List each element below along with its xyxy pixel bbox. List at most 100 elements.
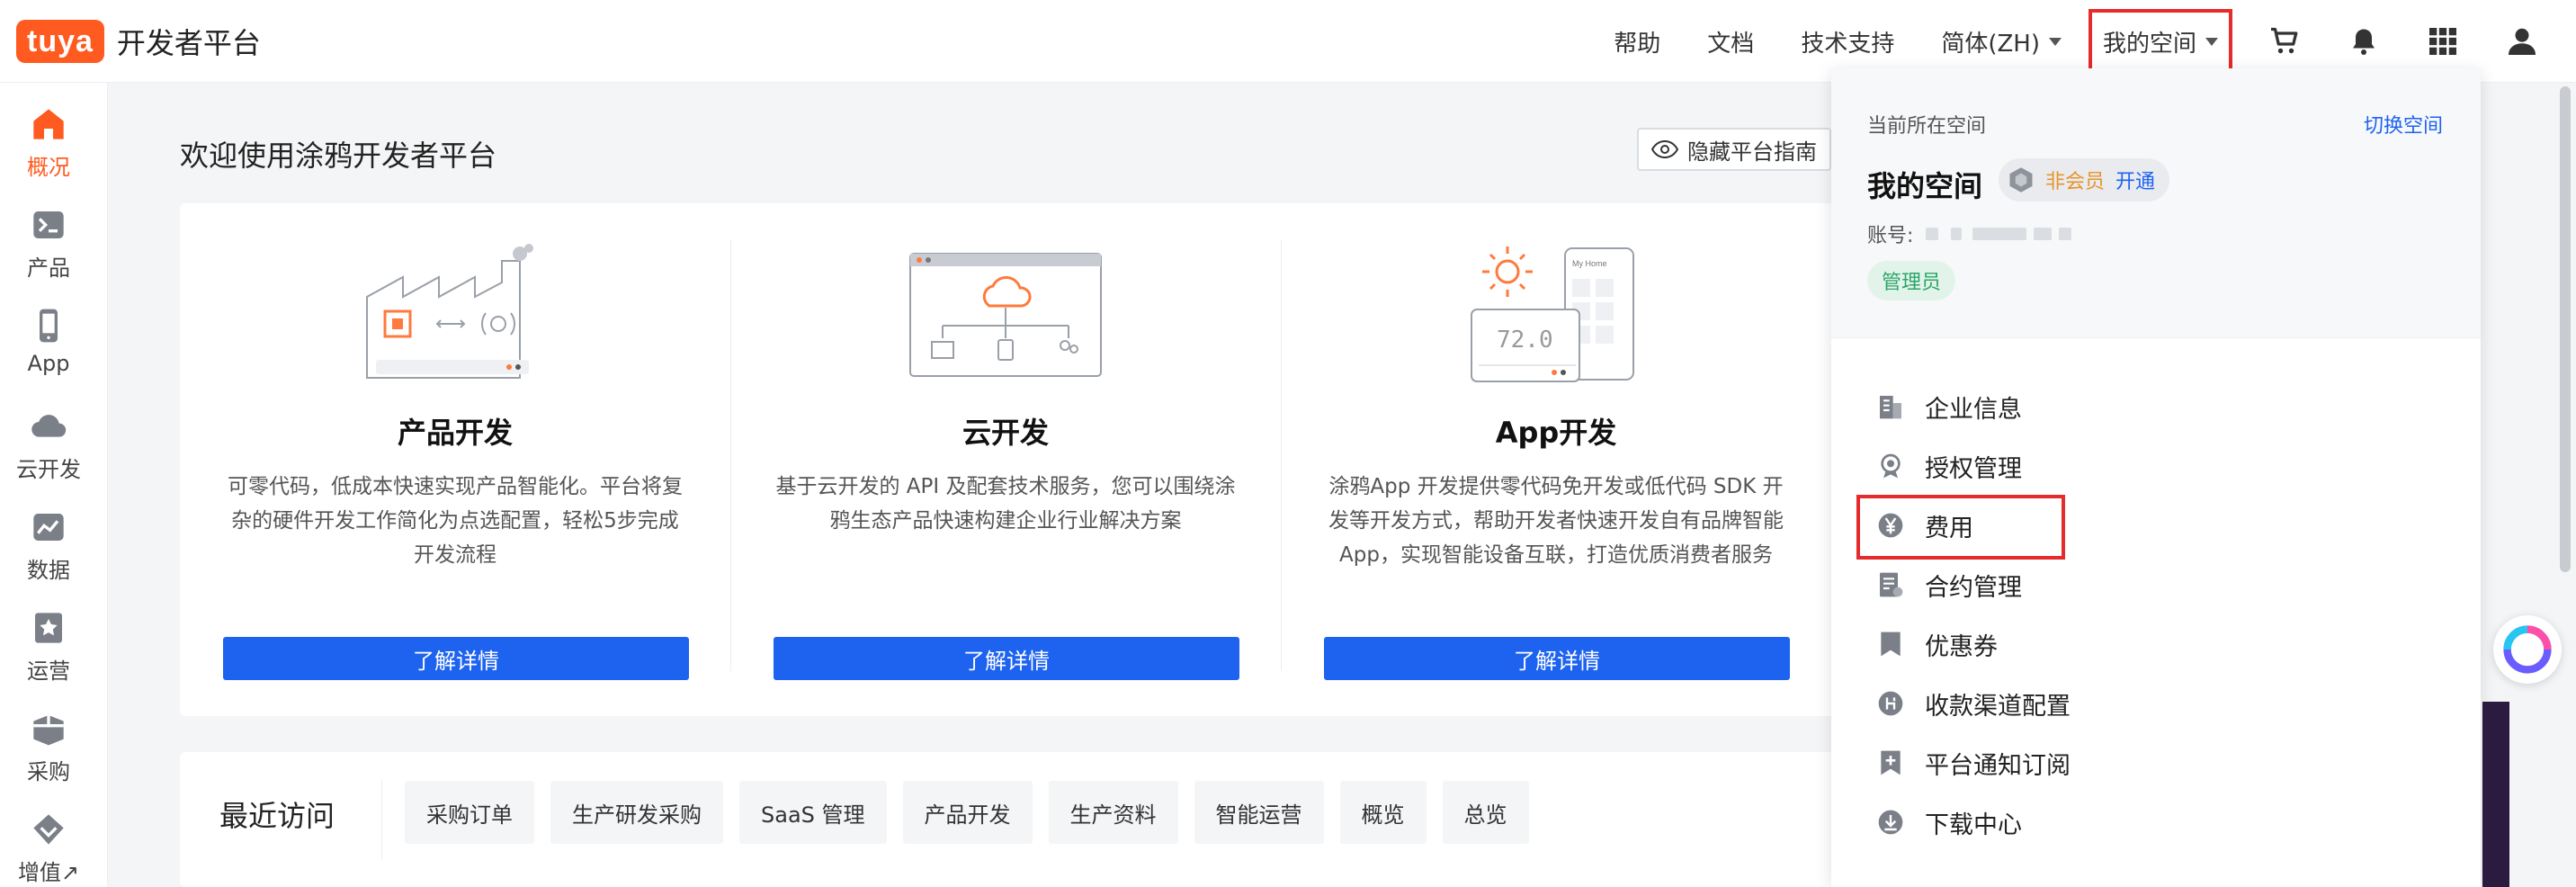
sidebar-item-product[interactable]: 产品 xyxy=(0,207,97,282)
home-icon xyxy=(33,109,64,139)
temperature-text: 72.0 xyxy=(1497,327,1553,354)
menu-item-download-center[interactable]: 下载中心 xyxy=(1876,802,2022,842)
menu-item-payment-channels[interactable]: 收款渠道配置 xyxy=(1876,684,2071,723)
menu-item-authorization[interactable]: 授权管理 xyxy=(1876,446,2022,486)
recent-title: 最近访问 xyxy=(219,799,335,833)
award-icon xyxy=(1881,453,1901,479)
account-label: 账号: xyxy=(1867,225,1914,247)
sidebar-item-label: 数据 xyxy=(27,558,70,583)
member-status: 非会员 xyxy=(2045,171,2106,193)
apps-grid-icon[interactable] xyxy=(2425,23,2461,59)
menu-item-coupons[interactable]: 优惠券 xyxy=(1876,624,1998,664)
chevron-down-icon xyxy=(2048,37,2062,46)
account-row: 账号: xyxy=(1867,220,2072,248)
redacted-account xyxy=(2034,228,2053,240)
nav-my-space[interactable]: 我的空间 xyxy=(2088,9,2232,74)
left-sidebar: 概况 产品 App 云开发 数据 运营 采购 增值↗ xyxy=(0,83,108,887)
language-label: 简体(ZH) xyxy=(1941,30,2040,58)
page-title: 欢迎使用涂鸦开发者平台 xyxy=(180,139,497,173)
my-space-label: 我的空间 xyxy=(2102,30,2196,58)
factory-illustration-icon xyxy=(366,244,533,379)
logo[interactable]: tuya 开发者平台 xyxy=(16,20,261,63)
box-icon xyxy=(33,715,64,746)
menu-item-notification-subscribe[interactable]: 平台通知订阅 xyxy=(1876,743,2071,783)
role-badge: 管理员 xyxy=(1867,261,1956,300)
building-icon xyxy=(1880,396,1901,419)
card-app-dev: My Home 72.0 App开发 涂鸦App 开发提供零代码免开发或低代码 … xyxy=(1281,203,1831,716)
switch-space-link[interactable]: 切换空间 xyxy=(2364,110,2443,139)
nav-docs[interactable]: 文档 xyxy=(1707,25,1754,58)
sidebar-item-overview[interactable]: 概况 xyxy=(0,106,97,181)
recent-tag[interactable]: 生产研发采购 xyxy=(550,781,723,844)
sidebar-item-data[interactable]: 数据 xyxy=(0,509,97,584)
sidebar-item-app[interactable]: App xyxy=(0,308,97,376)
recent-divider xyxy=(381,779,382,860)
phone-home-text: My Home xyxy=(1572,259,1607,268)
card-description: 涂鸦App 开发提供零代码免开发或低代码 SDK 开发等开发方式，帮助开发者快速… xyxy=(1328,475,1784,567)
learn-more-button[interactable]: 了解详情 xyxy=(1324,637,1790,680)
cart-icon[interactable] xyxy=(2267,23,2303,59)
sidebar-item-label: 概况 xyxy=(27,155,70,180)
sidebar-item-value-added[interactable]: 增值↗ xyxy=(0,811,97,886)
eye-icon xyxy=(1651,139,1678,159)
membership-badge: 非会员 开通 xyxy=(1999,158,2170,202)
sidebar-item-label: 运营 xyxy=(27,659,70,684)
bell-icon[interactable] xyxy=(2346,23,2382,59)
menu-item-label: 下载中心 xyxy=(1925,811,2022,839)
app-illustration-icon: My Home 72.0 xyxy=(1471,246,1634,382)
download-icon xyxy=(1878,810,1903,835)
recent-tag[interactable]: 产品开发 xyxy=(902,781,1033,844)
recent-visits: 最近访问 采购订单 生产研发采购 SaaS 管理 产品开发 生产资料 智能运营 … xyxy=(180,752,1835,887)
space-name: 我的空间 xyxy=(1867,169,1983,203)
menu-item-label: 企业信息 xyxy=(1925,395,2022,424)
sidebar-item-cloud[interactable]: 云开发 xyxy=(0,408,97,483)
chevron-down-icon xyxy=(2205,37,2218,46)
logo-badge: tuya xyxy=(16,20,104,63)
page-scrollbar[interactable] xyxy=(2560,86,2571,572)
sidebar-item-label: 采购 xyxy=(27,759,70,784)
user-icon[interactable] xyxy=(2504,23,2540,59)
card-cloud-dev: 云开发 基于云开发的 API 及配套技术服务，您可以围绕涂鸦生态产品快速构建企业… xyxy=(730,203,1281,716)
billing-highlight-box xyxy=(1856,495,2065,560)
assistant-orb-icon xyxy=(2503,625,2552,674)
assistant-float-button[interactable] xyxy=(2493,615,2562,684)
card-title: 云开发 xyxy=(962,416,1049,450)
sidebar-item-label: 云开发 xyxy=(16,457,81,482)
hide-guide-button[interactable]: 隐藏平台指南 xyxy=(1637,128,1831,171)
chart-icon xyxy=(33,514,64,541)
card-title: 产品开发 xyxy=(397,416,513,450)
menu-item-contracts[interactable]: 合约管理 xyxy=(1876,565,2022,605)
redacted-account xyxy=(1972,228,2027,240)
learn-more-button[interactable]: 了解详情 xyxy=(223,637,689,680)
nav-help[interactable]: 帮助 xyxy=(1614,25,1660,58)
nav-support[interactable]: 技术支持 xyxy=(1801,25,1894,58)
recent-tag[interactable]: 生产资料 xyxy=(1048,781,1178,844)
recent-tag[interactable]: 智能运营 xyxy=(1194,781,1324,844)
recent-tag[interactable]: 总览 xyxy=(1442,781,1529,844)
menu-item-company-info[interactable]: 企业信息 xyxy=(1876,387,2022,426)
payment-channel-icon xyxy=(1878,691,1903,716)
card-description: 基于云开发的 API 及配套技术服务，您可以围绕涂鸦生态产品快速构建企业行业解决… xyxy=(775,475,1236,533)
sidebar-item-label: 增值↗ xyxy=(17,860,80,885)
menu-item-label: 优惠券 xyxy=(1925,632,1998,661)
side-banner-edge xyxy=(2482,702,2509,887)
phone-icon xyxy=(40,309,58,343)
learn-more-button[interactable]: 了解详情 xyxy=(774,637,1239,680)
hide-guide-label: 隐藏平台指南 xyxy=(1687,139,1817,165)
card-product-dev: 产品开发 可零代码，低成本快速实现产品智能化。平台将复杂的硬件开发工作简化为点选… xyxy=(180,203,730,716)
sidebar-item-operations[interactable]: 运营 xyxy=(0,610,97,685)
card-description: 可零代码，低成本快速实现产品智能化。平台将复杂的硬件开发工作简化为点选配置，轻松… xyxy=(228,475,683,567)
terminal-icon xyxy=(33,211,64,238)
guide-cards: 产品开发 可零代码，低成本快速实现产品智能化。平台将复杂的硬件开发工作简化为点选… xyxy=(180,203,1835,716)
menu-item-label: 合约管理 xyxy=(1925,573,2022,602)
nav-language[interactable]: 简体(ZH) xyxy=(1941,25,2062,58)
recent-tag[interactable]: 概览 xyxy=(1339,781,1427,844)
redacted-account xyxy=(1951,228,1963,240)
member-hexagon-icon xyxy=(2009,167,2033,193)
recent-tag[interactable]: 采购订单 xyxy=(405,781,534,844)
open-membership-link[interactable]: 开通 xyxy=(2115,166,2155,194)
sidebar-item-label: App xyxy=(27,351,70,376)
recent-tag[interactable]: SaaS 管理 xyxy=(739,781,887,844)
sidebar-item-label: 产品 xyxy=(27,255,70,281)
sidebar-item-purchase[interactable]: 采购 xyxy=(0,711,97,785)
